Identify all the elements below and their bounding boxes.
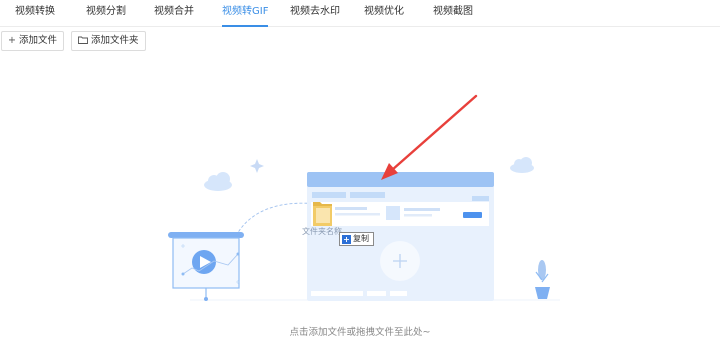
tab-video-convert[interactable]: 视频转换 (15, 0, 55, 25)
red-arrow-annotation (381, 94, 478, 180)
drag-item-label: 文件夹名称 (302, 227, 342, 236)
presentation-board-icon (168, 232, 244, 301)
drop-hint-text: 点击添加文件或拖拽文件至此处~ (289, 327, 431, 338)
dragged-folder-icon (313, 202, 332, 226)
tab-video-optimize[interactable]: 视频优化 (364, 0, 404, 25)
tab-video-remove-watermark[interactable]: 视频去水印 (290, 0, 340, 25)
copy-tooltip: + 复制 (339, 232, 374, 246)
copy-plus-icon: + (342, 235, 351, 244)
drop-zone-illustration (168, 94, 560, 301)
add-folder-button[interactable]: 添加文件夹 (71, 31, 146, 51)
copy-tooltip-label: 复制 (353, 234, 369, 243)
cloud-left-icon (204, 172, 232, 191)
folder-icon (78, 32, 88, 50)
add-folder-label: 添加文件夹 (91, 35, 139, 46)
add-file-label: 添加文件 (18, 35, 57, 46)
cloud-right-icon (510, 157, 534, 173)
tab-video-split[interactable]: 视频分割 (86, 0, 126, 25)
plus-icon: + (8, 35, 16, 46)
tab-video-merge[interactable]: 视频合并 (154, 0, 194, 25)
tab-bar: 视频转换 视频分割 视频合并 视频转GIF 视频去水印 视频优化 视频截图 (0, 0, 720, 27)
drop-zone[interactable]: 文件夹名称 + 复制 (0, 52, 720, 357)
plant-icon (535, 260, 550, 299)
add-file-button[interactable]: + 添加文件 (1, 31, 64, 51)
tab-video-to-gif[interactable]: 视频转GIF (222, 0, 269, 27)
tab-video-screenshot[interactable]: 视频截图 (433, 0, 473, 25)
sparkle-icon (250, 159, 264, 173)
